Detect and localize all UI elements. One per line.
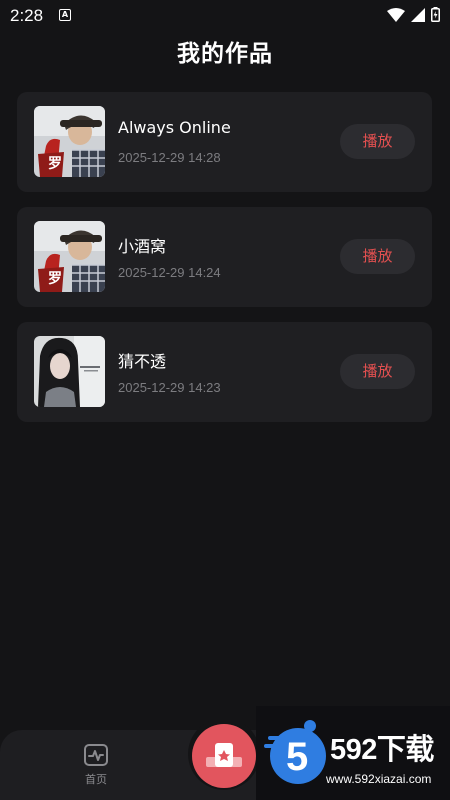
work-title: 猜不透: [118, 352, 167, 371]
notification-a-icon: A: [59, 9, 71, 21]
watermark: 5 592下载 www.592xiazai.com: [256, 706, 450, 800]
watermark-brand: 592下载: [330, 734, 434, 766]
nav-home-label: 首页: [85, 773, 107, 786]
work-item[interactable]: 猜不透 2025-12-29 14:23 播放: [17, 322, 432, 422]
nav-home[interactable]: 首页: [70, 744, 122, 794]
works-list: 罗 Always Online 2025-12-29 14:28 播放 罗 小酒…: [17, 92, 432, 437]
page-title: 我的作品: [177, 41, 273, 67]
watermark-url: www.592xiazai.com: [326, 772, 432, 786]
status-time: 2:28: [10, 6, 44, 25]
record-button[interactable]: [192, 724, 256, 788]
record-icon: [206, 743, 242, 767]
play-button[interactable]: 播放: [340, 354, 415, 389]
battery-icon: [431, 7, 440, 22]
status-bar: 2:28 A: [0, 0, 450, 32]
work-date: 2025-12-29 14:23: [118, 380, 221, 395]
album-cover: 罗: [34, 106, 105, 177]
work-item[interactable]: 罗 小酒窝 2025-12-29 14:24 播放: [17, 207, 432, 307]
work-date: 2025-12-29 14:24: [118, 265, 221, 280]
activity-monitor-icon: [84, 744, 108, 766]
status-icons: [387, 7, 440, 22]
album-cover: 罗: [34, 221, 105, 292]
brand-logo: 5: [264, 720, 326, 784]
album-cover: [34, 336, 105, 407]
work-title: Always Online: [118, 118, 231, 137]
work-date: 2025-12-29 14:28: [118, 150, 221, 165]
svg-text:罗: 罗: [48, 156, 62, 172]
screen: 2:28 A 我的作品 罗 Always Online 2025-12-29 1…: [0, 0, 450, 800]
work-title: 小酒窝: [118, 237, 167, 256]
svg-text:罗: 罗: [48, 271, 62, 287]
brand-logo-digit: 5: [286, 735, 308, 779]
wifi-icon: [387, 7, 405, 22]
work-item[interactable]: 罗 Always Online 2025-12-29 14:28 播放: [17, 92, 432, 192]
play-button[interactable]: 播放: [340, 239, 415, 274]
signal-icon: [411, 7, 425, 22]
play-button[interactable]: 播放: [340, 124, 415, 159]
